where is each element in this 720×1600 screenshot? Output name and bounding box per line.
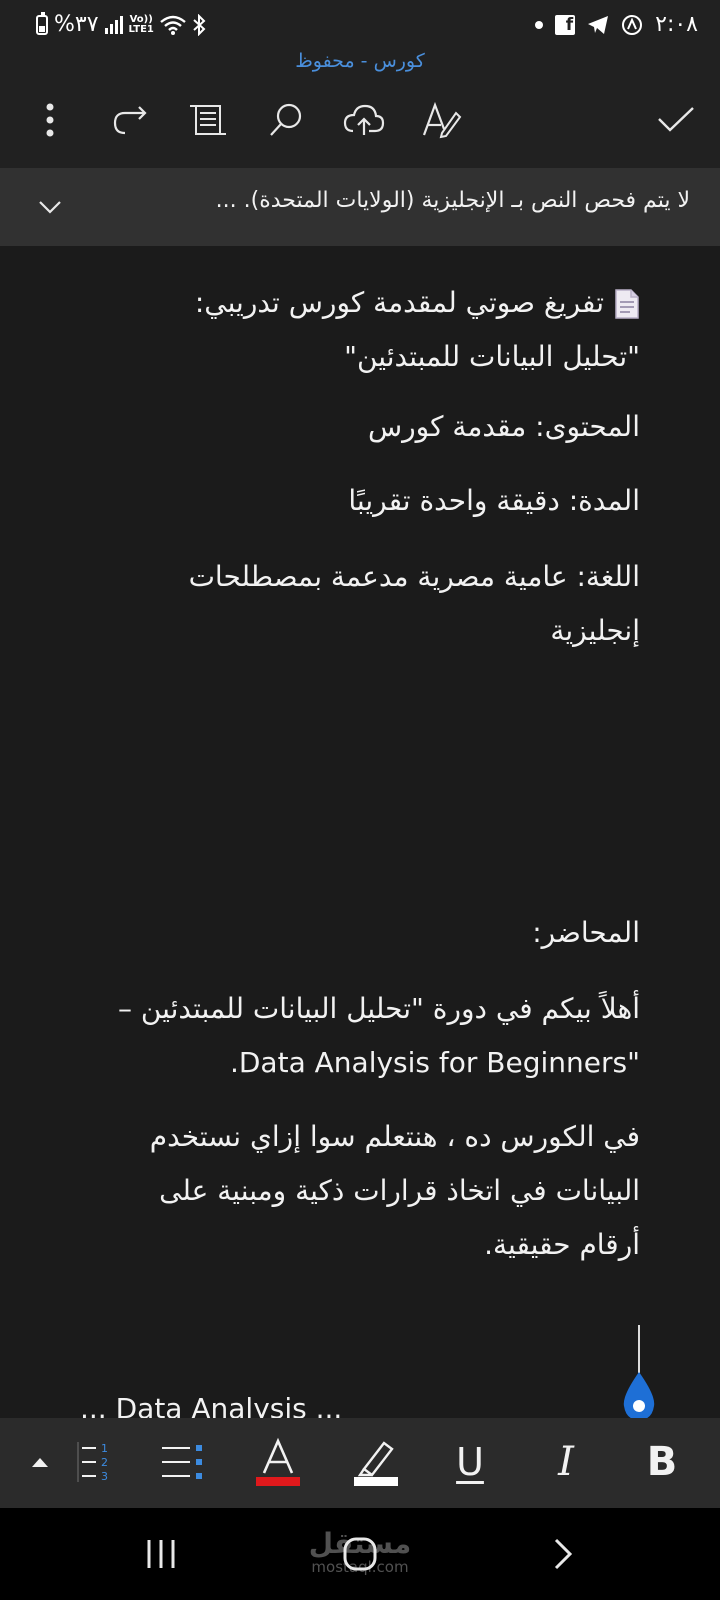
underline-button[interactable]: U: [438, 1430, 502, 1494]
proofing-bar[interactable]: لا يتم فحص النص بـ الإنجليزية (الولايات …: [0, 168, 720, 246]
underline-label: U: [456, 1440, 484, 1484]
doc-welcome-paragraph[interactable]: أهلاً بيكم في دورة "تحليل البيانات للمبت…: [80, 982, 640, 1090]
chevron-down-icon: [39, 201, 61, 214]
cloud-upload-icon: [343, 104, 385, 135]
doc-duration-line[interactable]: المدة: دقيقة واحدة تقريبًا: [80, 474, 640, 528]
document-view-button[interactable]: [180, 92, 236, 148]
bullet-list-button[interactable]: [150, 1430, 214, 1494]
text-cursor: [638, 1325, 640, 1373]
svg-text:3: 3: [101, 1470, 108, 1483]
font-color-icon: [256, 1437, 300, 1486]
back-chevron-icon: [554, 1538, 573, 1570]
course-line-1: في الكورس ده ، هنتعلم سوا إزاي نستخدم: [149, 1120, 640, 1153]
done-check-icon: [658, 107, 694, 132]
heading-line-2: "تحليل البيانات للمبتدئين": [344, 340, 640, 373]
numbered-list-button[interactable]: 1 2 3: [64, 1430, 128, 1494]
doc-course-paragraph[interactable]: في الكورس ده ، هنتعلم سوا إزاي نستخدم ال…: [80, 1110, 640, 1272]
doc-heading[interactable]: تفريغ صوتي لمقدمة كورس تدريبي: "تحليل ال…: [80, 276, 640, 384]
status-bar: %٣٧ Vo)) LTE1 f ٢:٠٨: [0, 0, 720, 50]
save-to-cloud-button[interactable]: [336, 92, 392, 148]
bluetooth-icon: [193, 13, 206, 36]
search-button[interactable]: [258, 92, 314, 148]
volte-indicator: Vo)) LTE1: [128, 13, 154, 35]
svg-text:2: 2: [101, 1456, 108, 1469]
recent-apps-icon: [147, 1540, 175, 1568]
system-nav-bar: مستقل mostaql.com: [0, 1508, 720, 1600]
heading-line-1: تفريغ صوتي لمقدمة كورس تدريبي:: [194, 286, 604, 319]
course-line-3: أرقام حقيقية.: [484, 1228, 640, 1261]
editor-pen-icon: [422, 101, 462, 139]
italic-button[interactable]: I: [534, 1430, 598, 1494]
search-icon: [270, 103, 302, 136]
signal-icon: [104, 15, 123, 34]
proofing-expand-button[interactable]: [30, 190, 70, 224]
volte-label: Vo)): [129, 13, 153, 25]
more-icon: [46, 103, 54, 137]
font-color-button[interactable]: [246, 1430, 310, 1494]
highlight-button[interactable]: [344, 1430, 408, 1494]
partial-next-line: ... Data Analysis ...: [80, 1392, 343, 1418]
welcome-line-2: "Data Analysis for Beginners.: [229, 1046, 640, 1079]
done-button[interactable]: [648, 92, 704, 148]
welcome-line-1: أهلاً بيكم في دورة "تحليل البيانات للمبت…: [117, 992, 640, 1025]
redo-icon: [113, 106, 147, 135]
telegram-icon: [588, 15, 609, 34]
document-canvas[interactable]: تفريغ صوتي لمقدمة كورس تدريبي: "تحليل ال…: [0, 246, 720, 1418]
document-view-icon: [190, 105, 226, 135]
more-options-button[interactable]: [22, 92, 78, 148]
svg-text:1: 1: [101, 1442, 108, 1455]
notification-dot-icon: [535, 20, 544, 29]
document-title[interactable]: كورس - محفوظ: [0, 50, 720, 72]
back-button[interactable]: [528, 1526, 598, 1582]
formatting-bar: 1 2 3 U I B: [0, 1418, 720, 1508]
facebook-icon: f: [555, 14, 576, 35]
bold-button[interactable]: B: [630, 1430, 694, 1494]
home-icon: [343, 1537, 377, 1571]
page-emoji-icon: [615, 289, 639, 319]
status-bar-left: %٣٧ Vo)) LTE1: [36, 11, 206, 37]
redo-button[interactable]: [102, 92, 158, 148]
bullet-list-icon: [162, 1445, 202, 1479]
language-line-2: إنجليزية: [550, 614, 640, 647]
course-line-2: البيانات في اتخاذ قرارات ذكية ومبنية على: [159, 1174, 640, 1207]
editor-button[interactable]: [414, 92, 470, 148]
doc-language-paragraph[interactable]: اللغة: عامية مصرية مدعمة بمصطلحات إنجليز…: [80, 550, 640, 658]
clock: ٢:٠٨: [655, 12, 698, 37]
wifi-icon: [160, 15, 186, 35]
highlighter-icon: [354, 1441, 398, 1486]
proofing-message: لا يتم فحص النص بـ الإنجليزية (الولايات …: [215, 188, 690, 213]
battery-icon: [36, 11, 48, 35]
cursor-handle-icon[interactable]: [620, 1370, 658, 1418]
toolbar: [0, 76, 720, 168]
language-line-1: اللغة: عامية مصرية مدعمة بمصطلحات: [188, 560, 640, 593]
home-button[interactable]: [325, 1526, 395, 1582]
app-header: كورس - محفوظ: [0, 50, 720, 168]
battery-percent: %٣٧: [54, 12, 99, 37]
app-notification-icon: [622, 14, 643, 35]
numbered-list-icon: 1 2 3: [77, 1442, 108, 1483]
expand-ribbon-button[interactable]: [8, 1430, 72, 1494]
doc-lecturer-line[interactable]: المحاضر:: [80, 906, 640, 960]
status-bar-right: f ٢:٠٨: [535, 12, 698, 37]
italic-label: I: [558, 1439, 574, 1485]
network-label: LTE1: [128, 23, 154, 35]
recent-apps-button[interactable]: [126, 1526, 196, 1582]
caret-up-icon: [32, 1458, 48, 1467]
bold-label: B: [646, 1439, 678, 1485]
doc-content-line[interactable]: المحتوى: مقدمة كورس: [80, 400, 640, 454]
